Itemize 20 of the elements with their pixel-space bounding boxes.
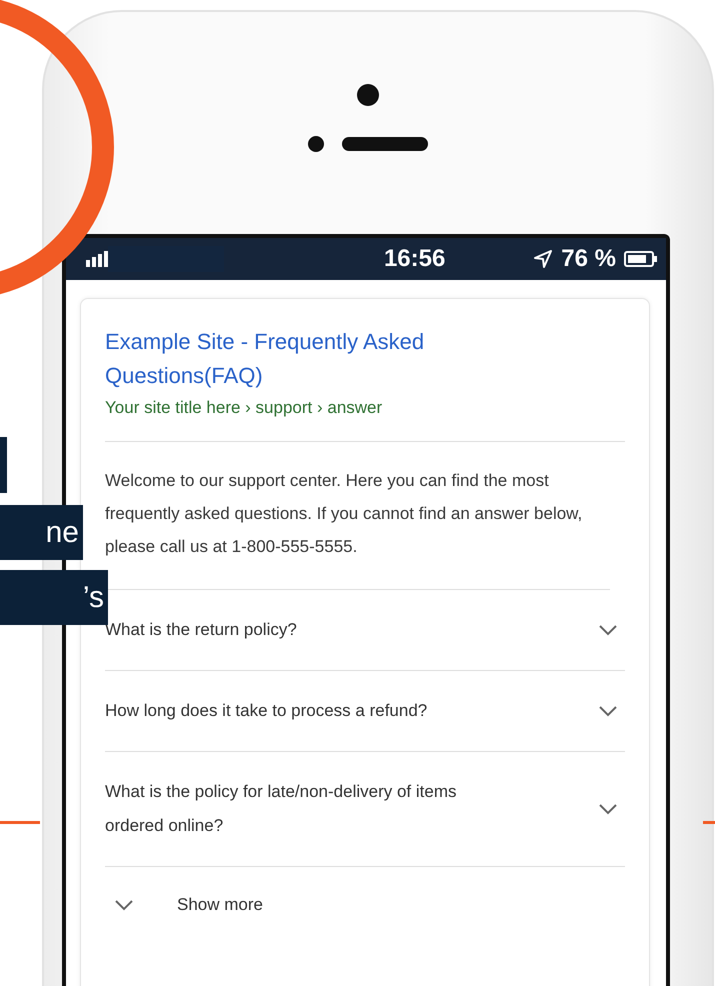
signal-icon	[86, 251, 108, 267]
show-more-button[interactable]: Show more	[105, 867, 263, 915]
chevron-icon	[115, 900, 133, 910]
faq-question: What is the policy for late/non-delivery of items ordered online?	[105, 781, 458, 837]
battery-percent: 76 %	[561, 245, 616, 273]
accent-line	[0, 821, 40, 824]
breadcrumb: Your site title here › support › answer	[105, 397, 384, 419]
label-banner	[0, 437, 7, 493]
sensor-dot	[357, 84, 379, 106]
status-time: 16:56	[384, 245, 446, 273]
battery-icon	[624, 251, 658, 267]
faq-question: What is the return policy?	[105, 619, 298, 641]
label-text: ne	[46, 516, 79, 550]
faq-question: How long does it take to process a refund?	[105, 700, 428, 722]
result-title-link[interactable]: Example Site - Frequently Asked Questions(FAQ)	[105, 325, 495, 393]
faq-item[interactable]: What is the policy for late/non-delivery of items ordered online?	[105, 752, 625, 867]
location-icon	[533, 249, 554, 269]
faq-item[interactable]: How long does it take to process a refund?	[105, 671, 625, 752]
label-text: ’s	[82, 580, 104, 614]
camera-icon	[308, 136, 324, 152]
